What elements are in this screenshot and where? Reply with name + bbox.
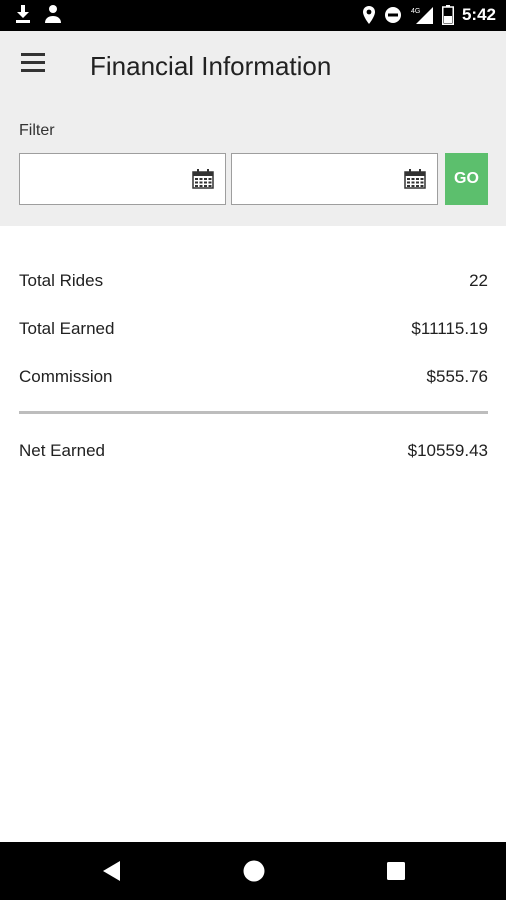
total-rides-value: 22 xyxy=(469,271,488,290)
status-bar: 4G 5:42 xyxy=(0,0,506,31)
net-earned-value: $10559.43 xyxy=(407,441,488,460)
commission-row: Commission $555.76 xyxy=(19,365,488,389)
do-not-disturb-icon xyxy=(384,6,402,24)
net-earned-label: Net Earned xyxy=(19,441,105,460)
end-date-input[interactable] xyxy=(232,154,408,202)
navigation-bar xyxy=(0,842,506,900)
status-bar-left xyxy=(14,4,62,24)
back-icon[interactable] xyxy=(101,859,123,888)
end-date-field[interactable] xyxy=(231,153,438,205)
commission-label: Commission xyxy=(19,367,113,386)
clock-time: 5:42 xyxy=(461,5,496,24)
summary-divider xyxy=(19,411,488,414)
total-earned-value: $11115.19 xyxy=(411,319,488,338)
home-icon[interactable] xyxy=(242,859,266,888)
commission-value: $555.76 xyxy=(426,367,488,386)
download-icon xyxy=(14,4,32,24)
recents-icon[interactable] xyxy=(386,861,406,886)
start-date-field[interactable] xyxy=(19,153,226,205)
battery-icon xyxy=(441,5,454,25)
page-title: Financial Information xyxy=(90,51,332,81)
calendar-icon[interactable] xyxy=(192,169,214,194)
status-bar-right: 4G 5:42 xyxy=(362,3,496,27)
filter-label: Filter xyxy=(19,122,55,139)
network-type-label: 4G xyxy=(411,8,420,15)
net-earned-row: Net Earned $10559.43 xyxy=(19,439,488,463)
app-header: Financial Information Filter GO xyxy=(0,31,506,226)
total-earned-label: Total Earned xyxy=(19,319,115,338)
calendar-icon[interactable] xyxy=(404,169,426,194)
signal-4g-icon: 4G xyxy=(410,5,434,25)
account-icon xyxy=(44,4,62,24)
total-earned-row: Total Earned $11115.19 xyxy=(19,317,488,341)
location-icon xyxy=(362,5,376,25)
total-rides-row: Total Rides 22 xyxy=(19,269,488,293)
start-date-input[interactable] xyxy=(20,154,196,202)
total-rides-label: Total Rides xyxy=(19,271,104,290)
hamburger-menu-icon[interactable] xyxy=(21,53,49,77)
go-button[interactable]: GO xyxy=(445,153,488,205)
